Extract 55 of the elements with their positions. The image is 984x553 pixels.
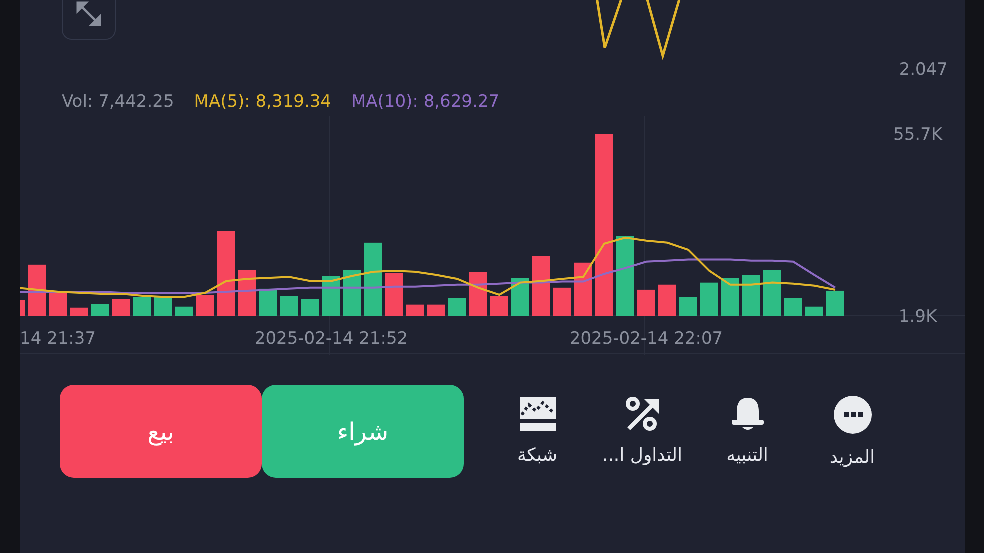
sell-button[interactable]: بيع — [60, 385, 262, 478]
legend-item: Vol: 7,442.25 — [62, 92, 174, 112]
volume-bar — [490, 296, 508, 316]
chart-icon — [518, 395, 556, 433]
volume-bar — [70, 308, 88, 316]
legend-item: MA(10): 8,629.27 — [352, 92, 500, 112]
axis-label: 2.047 — [899, 60, 948, 80]
tool-button[interactable]: التنبيه — [695, 395, 800, 468]
time-label: 14 21:37 — [20, 329, 96, 349]
volume-bar — [764, 270, 782, 316]
volume-bar — [302, 299, 320, 316]
volume-bar — [638, 290, 656, 316]
legend-item: MA(5): 8,319.34 — [194, 92, 332, 112]
volume-bar — [134, 297, 152, 316]
volume-bar — [406, 304, 424, 316]
volume-bar — [742, 275, 760, 316]
expand-icon — [75, 0, 103, 28]
tool-button[interactable]: المزيد — [800, 395, 905, 468]
volume-bar — [238, 270, 256, 316]
volume-bar — [428, 304, 446, 316]
axis-label: 55.7K — [894, 125, 942, 145]
volume-bar — [196, 295, 214, 316]
expand-button[interactable] — [62, 0, 116, 40]
tool-button[interactable]: شبكة — [485, 395, 590, 468]
volume-bar — [512, 278, 530, 316]
volume-bar — [826, 290, 844, 316]
volume-bar — [658, 284, 676, 316]
volume-bar — [50, 292, 68, 316]
volume-bar — [176, 306, 194, 316]
percent-icon — [624, 395, 662, 433]
volume-bar — [722, 278, 740, 316]
volume-bar — [92, 304, 110, 316]
volume-bar — [20, 300, 26, 316]
time-label: 2025-02-14 22:07 — [570, 329, 724, 349]
volume-bar — [386, 273, 404, 316]
volume-bar — [680, 297, 698, 316]
volume-bar — [260, 288, 278, 316]
volume-bar — [700, 282, 718, 316]
volume-bar — [322, 276, 340, 316]
volume-bar — [470, 272, 488, 316]
volume-bar — [574, 262, 592, 316]
volume-bar — [554, 288, 572, 316]
volume-bar — [280, 296, 298, 316]
volume-bar — [784, 298, 802, 316]
volume-bar — [28, 264, 46, 316]
volume-bar — [806, 306, 824, 316]
volume-bar — [532, 256, 550, 316]
tool-button[interactable]: التداول ا... — [590, 395, 695, 468]
volume-bar — [112, 299, 130, 316]
volume-bar — [448, 298, 466, 316]
more-icon — [832, 395, 872, 435]
volume-bar — [344, 270, 362, 316]
volume-bar — [154, 297, 172, 316]
axis-label: 1.9K — [898, 307, 938, 327]
time-label: 2025-02-14 21:52 — [254, 329, 408, 349]
